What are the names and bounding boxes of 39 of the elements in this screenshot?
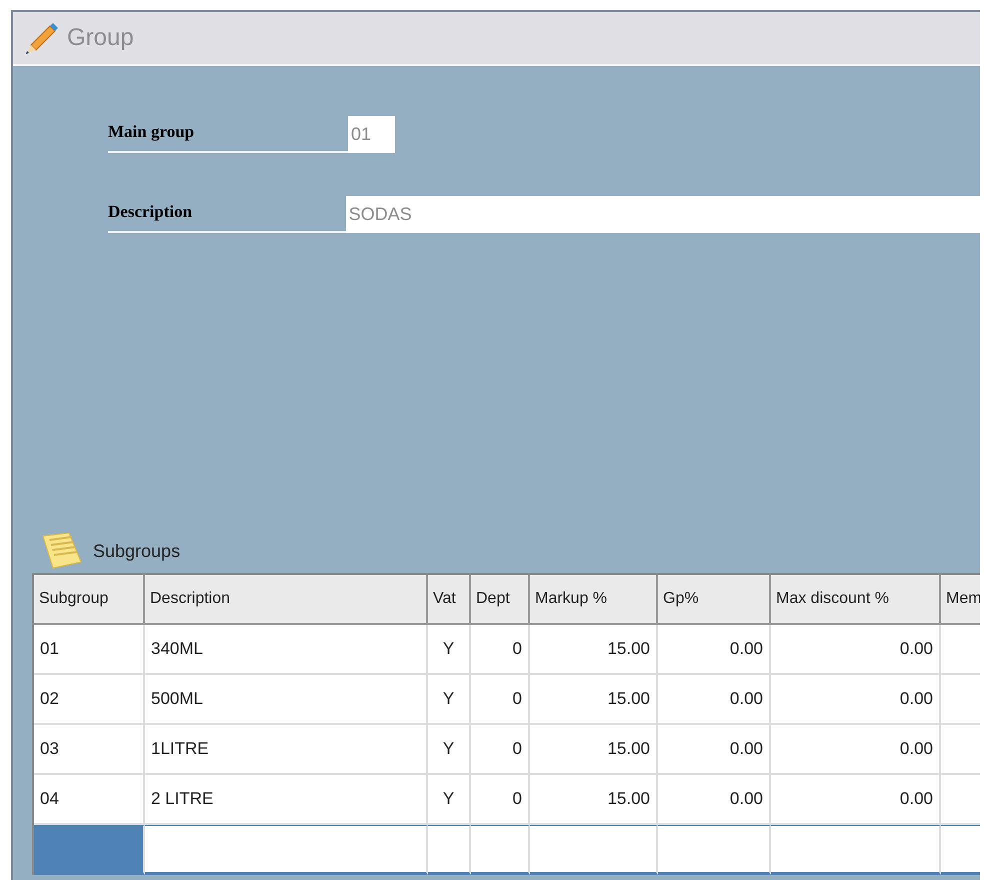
column-header[interactable]: Gp%: [658, 575, 771, 625]
table-cell: 03: [34, 725, 145, 775]
table-cell: 0: [471, 675, 530, 725]
table-cell: 1LITRE: [145, 725, 428, 775]
table-cell: 340ML: [145, 625, 428, 675]
entry-cell[interactable]: [34, 825, 145, 875]
table-cell: 0.00: [771, 725, 941, 775]
entry-cell[interactable]: [428, 825, 471, 875]
table-cell: 15.00: [530, 625, 658, 675]
table-cell: 0.00: [771, 625, 941, 675]
table-cell: Y: [428, 675, 471, 725]
column-header[interactable]: Description: [145, 575, 428, 625]
table-cell: 15.00: [530, 725, 658, 775]
table-cell: Y: [428, 625, 471, 675]
table-cell: 0.00: [771, 675, 941, 725]
table-cell: 0.00: [658, 675, 771, 725]
column-header[interactable]: Subgroup: [34, 575, 145, 625]
table-cell: 500ML: [145, 675, 428, 725]
table-cell: 0: [471, 625, 530, 675]
entry-cell[interactable]: [771, 825, 941, 875]
field-label: Description: [108, 196, 346, 233]
entry-cell[interactable]: [530, 825, 658, 875]
column-header[interactable]: Max discount %: [771, 575, 941, 625]
pencil-icon: [23, 20, 59, 56]
column-header[interactable]: Dept: [471, 575, 530, 625]
column-header[interactable]: Vat: [428, 575, 471, 625]
table-cell: 0: [471, 725, 530, 775]
table-cell: 0.00: [658, 625, 771, 675]
entry-cell[interactable]: [471, 825, 530, 875]
section-title: Subgroups: [93, 540, 180, 562]
table-cell: 0.00: [658, 725, 771, 775]
table-cell: 15.00: [530, 675, 658, 725]
table-cell: 02: [34, 675, 145, 725]
window-title: Group: [67, 24, 134, 52]
table-cell: 01: [34, 625, 145, 675]
entry-cell[interactable]: [658, 825, 771, 875]
entry-cell[interactable]: [145, 825, 428, 875]
table-cell: Y: [428, 725, 471, 775]
column-header[interactable]: Markup %: [530, 575, 658, 625]
